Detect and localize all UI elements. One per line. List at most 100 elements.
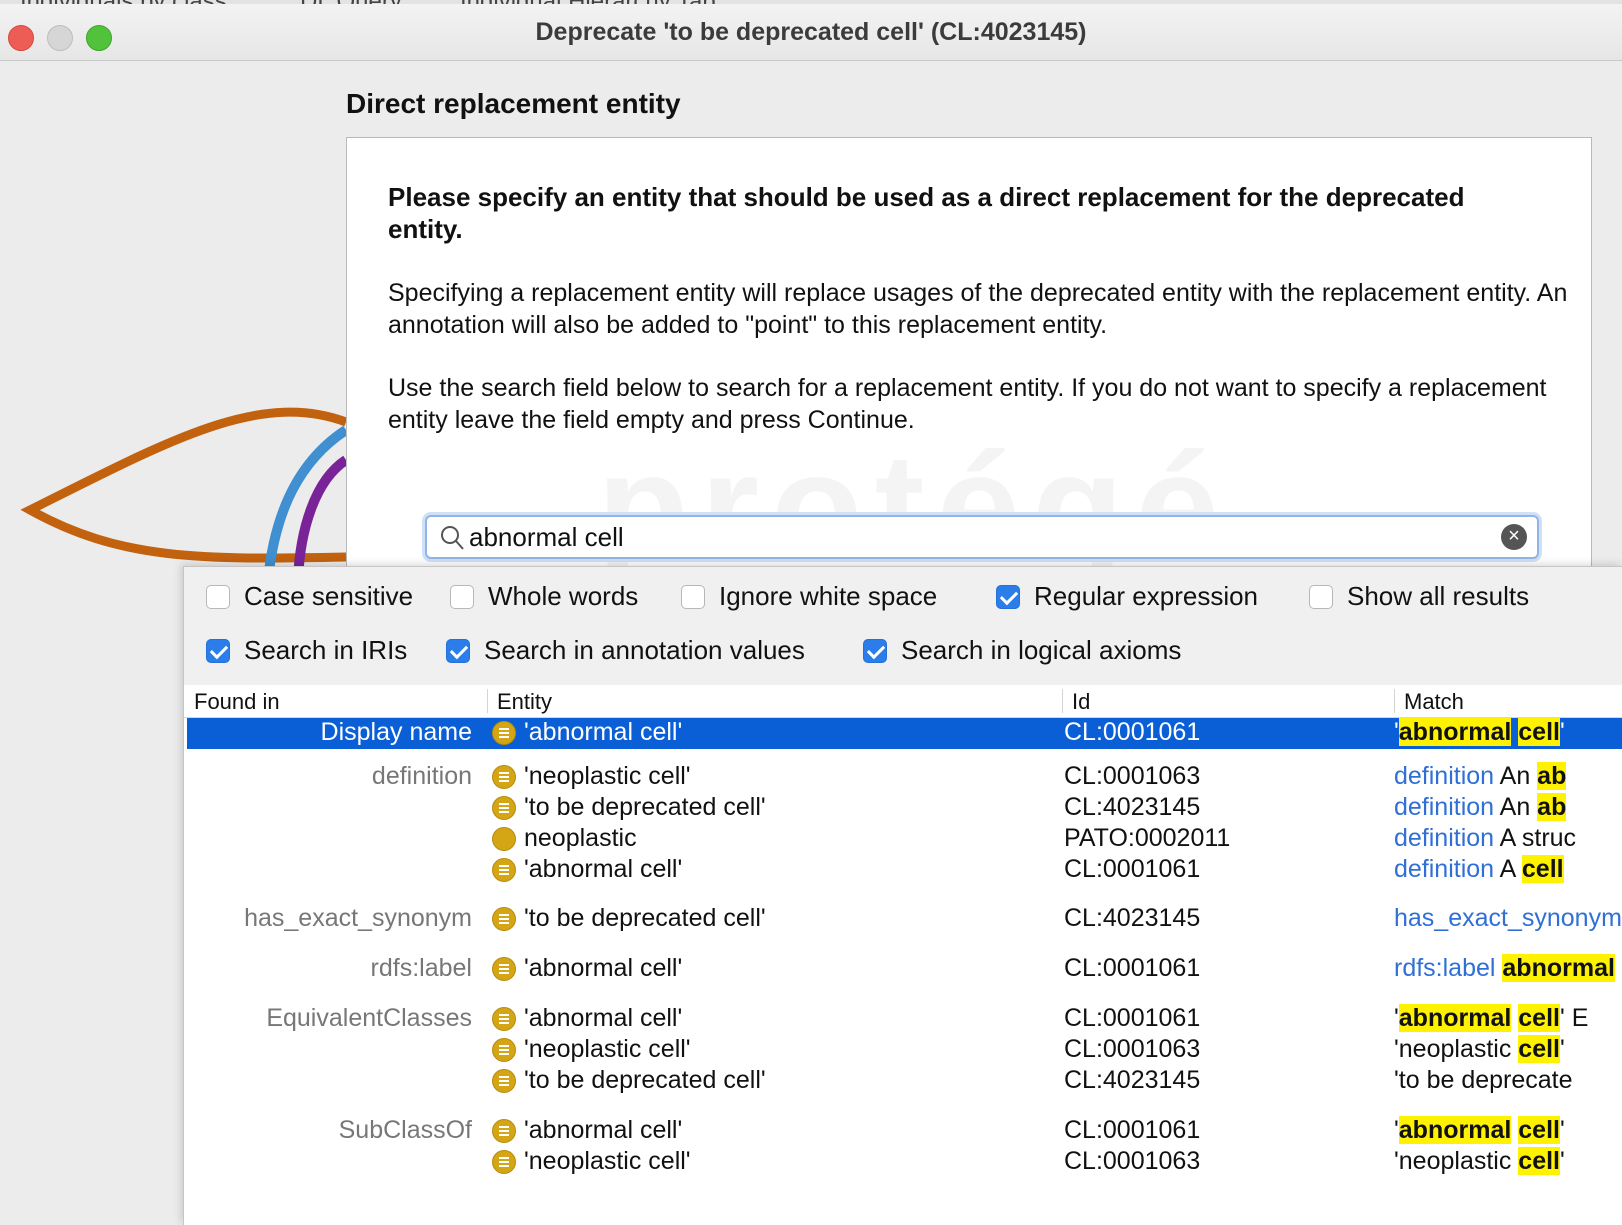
search-options: Case sensitive Whole words Ignore white … (184, 567, 1622, 686)
match-text: An (1494, 762, 1538, 790)
match-highlight: abnormal (1398, 1116, 1512, 1144)
id-cell: CL:4023145 (1064, 904, 1201, 932)
table-row[interactable]: 'abnormal cell' CL:0001061 definition A ce… (187, 855, 1622, 886)
table-row[interactable]: definition 'neoplastic cell' CL:0001063 def… (187, 762, 1622, 793)
class-icon (492, 720, 516, 745)
table-row[interactable]: SubClassOf 'abnormal cell' CL:0001061 ' abno… (187, 1116, 1622, 1147)
option-show-all-results[interactable]: Show all results (1309, 581, 1529, 612)
checkbox[interactable] (1309, 584, 1333, 609)
class-icon (492, 1006, 516, 1031)
id-cell: CL:0001063 (1064, 762, 1201, 790)
id-cell: CL:0001063 (1064, 1035, 1201, 1063)
option-regular-expression[interactable]: Regular expression (996, 581, 1258, 612)
match-cell: 'to be deprecate (1394, 1066, 1622, 1095)
column-divider[interactable] (1062, 689, 1063, 713)
entity-cell: 'abnormal cell' (492, 1116, 682, 1145)
option-search-in-annotation-values[interactable]: Search in annotation values (446, 635, 805, 666)
class-icon (492, 1149, 516, 1174)
option-whole-words[interactable]: Whole words (450, 581, 638, 612)
search-icon (441, 526, 464, 550)
match-property-link[interactable]: definition (1394, 762, 1494, 790)
match-highlight: abnormal (1502, 954, 1615, 982)
option-label: Case sensitive (244, 581, 414, 611)
option-label: Show all results (1347, 581, 1530, 611)
found-in-cell: Display name (320, 718, 472, 746)
checkbox[interactable] (206, 638, 230, 663)
protege-logo (20, 407, 349, 580)
match-highlight: cell (1518, 1147, 1560, 1175)
match-cell: definition An ab (1394, 793, 1622, 822)
option-label: Search in annotation values (484, 635, 805, 665)
match-property-link[interactable]: definition (1394, 793, 1494, 821)
option-ignore-white-space[interactable]: Ignore white space (681, 581, 937, 612)
search-field[interactable]: × (425, 515, 1539, 559)
table-row[interactable]: 'neoplastic cell' CL:0001063 'neoplastic c… (187, 1147, 1622, 1178)
match-text: 'to be deprecate (1394, 1066, 1573, 1094)
match-highlight: cell (1518, 1116, 1560, 1144)
instructions-panel: protégé Please specify an entity that sh… (346, 137, 1592, 579)
entity-cell: 'to be deprecated cell' (492, 904, 766, 933)
match-text: A struc (1494, 824, 1577, 852)
column-header-entity[interactable]: Entity (497, 689, 552, 715)
match-highlight: abnormal (1398, 718, 1512, 746)
match-property-link[interactable]: has_exact_synonym (1394, 904, 1622, 932)
table-row[interactable]: 'to be deprecated cell' CL:4023145 'to be … (187, 1066, 1622, 1097)
option-case-sensitive[interactable]: Case sensitive (206, 581, 413, 612)
match-cell: has_exact_synonym (1394, 904, 1622, 933)
clear-search-icon[interactable]: × (1501, 524, 1527, 550)
class-icon (492, 795, 516, 820)
checkbox[interactable] (996, 584, 1020, 609)
class-icon (492, 857, 516, 882)
id-cell: CL:0001063 (1064, 1147, 1201, 1175)
entity-cell: 'to be deprecated cell' (492, 1066, 766, 1095)
checkbox[interactable] (450, 584, 474, 609)
search-input[interactable] (467, 521, 1471, 554)
checkbox[interactable] (206, 584, 230, 609)
option-search-in-logical-axioms[interactable]: Search in logical axioms (863, 635, 1181, 666)
column-header-found-in[interactable]: Found in (194, 689, 280, 715)
option-label: Regular expression (1034, 581, 1259, 611)
class-icon (492, 1068, 516, 1093)
checkbox[interactable] (863, 638, 887, 663)
table-row[interactable]: 'to be deprecated cell' CL:4023145 definit… (187, 793, 1622, 824)
match-cell: 'abnormal cell' E (1394, 1004, 1622, 1033)
window-title: Deprecate 'to be deprecated cell' (CL:40… (535, 18, 1087, 46)
column-header-match[interactable]: Match (1404, 689, 1464, 715)
table-row[interactable]: EquivalentClasses 'abnormal cell' CL:00010… (187, 1004, 1622, 1035)
match-property-link[interactable]: definition (1394, 824, 1494, 852)
match-property-link[interactable]: rdfs:label (1394, 954, 1495, 982)
match-highlight: cell (1518, 718, 1560, 746)
search-results-popup: Case sensitive Whole words Ignore white … (183, 566, 1622, 1225)
id-cell: CL:0001061 (1064, 1116, 1201, 1144)
match-property-link[interactable]: definition (1394, 855, 1494, 883)
column-header-id[interactable]: Id (1072, 689, 1090, 715)
column-divider[interactable] (1394, 689, 1395, 713)
table-row[interactable]: rdfs:label 'abnormal cell' CL:0001061 rdfs:… (187, 954, 1622, 985)
option-label: Search in logical axioms (901, 635, 1182, 665)
table-row[interactable]: 'neoplastic cell' CL:0001063 'neoplastic c… (187, 1035, 1622, 1066)
match-highlight: cell (1518, 1035, 1560, 1063)
entity-name: 'neoplastic cell' (524, 1147, 691, 1175)
match-text: ' (1559, 718, 1565, 746)
id-cell: CL:0001061 (1064, 855, 1201, 883)
found-in-cell: rdfs:label (370, 954, 472, 982)
option-label: Ignore white space (719, 581, 938, 611)
column-divider[interactable] (487, 689, 488, 713)
entity-cell: neoplastic (492, 824, 637, 853)
match-cell: 'neoplastic cell' (1394, 1147, 1622, 1176)
option-search-in-iris[interactable]: Search in IRIs (206, 635, 407, 666)
entity-cell: 'neoplastic cell' (492, 1147, 691, 1176)
checkbox[interactable] (446, 638, 470, 663)
class-icon (492, 906, 516, 931)
table-row[interactable]: has_exact_synonym 'to be deprecated cell'… (187, 904, 1622, 935)
entity-name: 'abnormal cell' (524, 1116, 683, 1144)
match-text: ' (1560, 1035, 1565, 1063)
match-highlight: cell (1521, 855, 1564, 883)
table-row[interactable]: Display name 'abnormal cell' CL:0001061 ' ab… (187, 718, 1622, 749)
checkbox[interactable] (681, 584, 705, 609)
match-text: An (1494, 793, 1538, 821)
option-label: Whole words (488, 581, 639, 611)
match-highlight: ab (1537, 793, 1567, 821)
table-row[interactable]: neoplastic PATO:0002011 definition A struc (187, 824, 1622, 855)
entity-name: neoplastic (524, 824, 637, 852)
